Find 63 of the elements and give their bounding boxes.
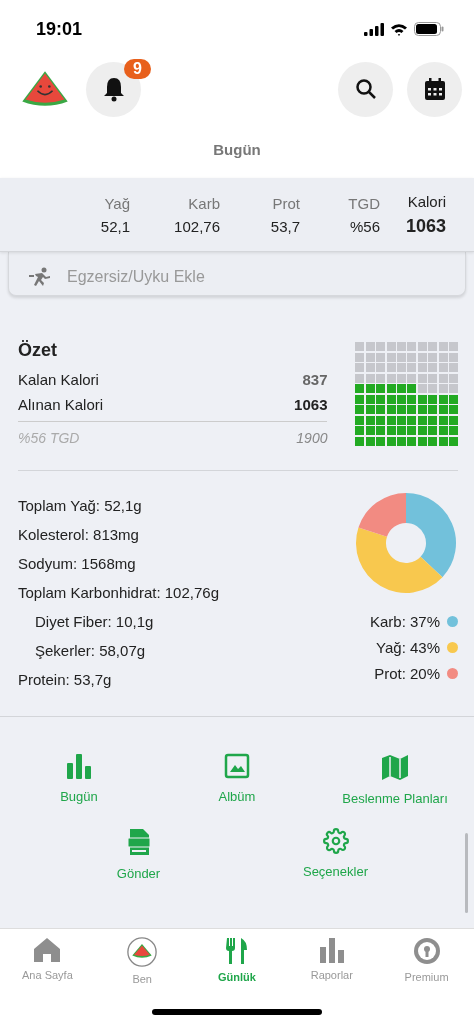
summary-title: Özet bbox=[18, 340, 58, 361]
menu-label: Bugün bbox=[60, 789, 98, 804]
goal-percent: %56 TGD bbox=[18, 430, 80, 446]
nutrient-line: Sodyum: 1568mg bbox=[18, 554, 137, 574]
menu-item[interactable]: Seçenekler bbox=[237, 828, 434, 881]
macro-value: 102,76 bbox=[174, 217, 220, 235]
signal-icon bbox=[364, 22, 384, 36]
tab-bar-item[interactable]: Premium bbox=[379, 937, 474, 985]
tab-bar-item[interactable]: Raporlar bbox=[284, 937, 380, 985]
add-exercise-label: Egzersiz/Uyku Ekle bbox=[67, 267, 205, 286]
tab-bar-item[interactable]: Ben bbox=[94, 937, 190, 985]
bar-chart-icon bbox=[318, 937, 345, 963]
macro-label: Kalori bbox=[407, 192, 446, 210]
nutrient-line: Kolesterol: 813mg bbox=[18, 525, 140, 545]
menu-label: Albüm bbox=[218, 789, 256, 804]
pdf-document-icon bbox=[126, 828, 151, 856]
nutrient-line: Protein: 53,7g bbox=[18, 670, 113, 690]
nutrient-line: Toplam Karbonhidrat: 102,76g bbox=[18, 583, 220, 603]
menu-label: Seçenekler bbox=[302, 864, 368, 879]
lock-badge-icon bbox=[412, 937, 441, 965]
nutrient-line: Şekerler: 58,07g bbox=[34, 641, 147, 661]
gear-icon bbox=[322, 828, 349, 854]
legend-label: Yağ: 43% bbox=[376, 639, 440, 656]
macro-label: Karb bbox=[188, 194, 220, 212]
menu-item[interactable]: Bugün bbox=[0, 753, 158, 806]
legend-label: Karb: 37% bbox=[369, 613, 440, 630]
add-exercise-card[interactable]: Egzersiz/Uyku Ekle bbox=[8, 252, 466, 296]
menu-item[interactable]: Beslenme Planları bbox=[316, 753, 474, 806]
macro-value: 1063 bbox=[405, 215, 446, 237]
bar-chart-icon bbox=[66, 753, 92, 779]
macro-value: 53,7 bbox=[270, 217, 300, 235]
page-title: Bugün bbox=[213, 140, 261, 158]
wifi-icon bbox=[390, 22, 408, 36]
running-person-icon bbox=[29, 266, 53, 287]
calendar-icon bbox=[424, 78, 445, 100]
tab-bar-item[interactable]: Günlük bbox=[189, 937, 285, 985]
goal-calories: 1900 bbox=[296, 430, 328, 446]
nutrient-line: Toplam Yağ: 52,1g bbox=[18, 496, 143, 516]
notification-badge: 9 bbox=[124, 58, 151, 79]
macro-value: %56 bbox=[349, 217, 380, 235]
status-time: 19:01 bbox=[36, 18, 83, 40]
legend-label: Prot: 20% bbox=[374, 665, 440, 682]
macro-label: TGD bbox=[348, 194, 380, 212]
summary-value: 1063 bbox=[294, 396, 328, 413]
menu-item[interactable]: Albüm bbox=[158, 753, 316, 806]
watermelon-avatar-icon bbox=[125, 937, 160, 967]
home-icon bbox=[33, 937, 62, 963]
fork-knife-icon bbox=[225, 937, 249, 965]
macro-label: Prot bbox=[272, 194, 300, 212]
image-icon bbox=[224, 753, 250, 779]
menu-item[interactable]: Gönder bbox=[40, 828, 237, 881]
summary-label: Alınan Kalori bbox=[18, 396, 104, 413]
summary-value: 837 bbox=[302, 371, 328, 388]
nutrient-line: Diyet Fiber: 10,1g bbox=[34, 612, 155, 632]
search-icon bbox=[354, 78, 377, 100]
map-icon bbox=[381, 753, 409, 781]
macro-value: 52,1 bbox=[100, 217, 130, 235]
tab-bar-item[interactable]: Ana Sayfa bbox=[0, 937, 95, 985]
summary-label: Kalan Kalori bbox=[18, 371, 99, 388]
battery-icon bbox=[414, 22, 444, 36]
macro-label: Yağ bbox=[104, 194, 130, 212]
menu-label: Gönder bbox=[116, 866, 161, 881]
menu-label: Beslenme Planları bbox=[342, 791, 448, 806]
